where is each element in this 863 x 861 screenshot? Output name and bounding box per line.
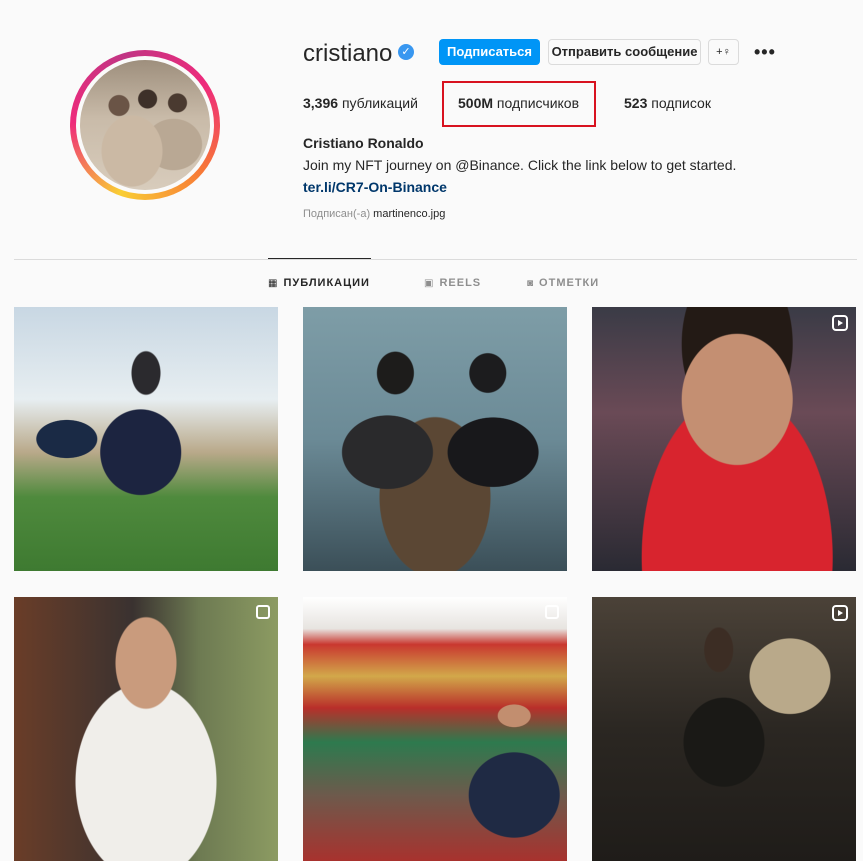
tab-reels-label: REELS bbox=[439, 277, 482, 289]
multi-photo-icon bbox=[256, 605, 270, 619]
send-message-button[interactable]: Отправить сообщение bbox=[548, 39, 701, 65]
profile-link[interactable]: ter.li/CR7-On-Binance bbox=[303, 179, 447, 195]
multi-photo-icon bbox=[545, 605, 559, 619]
profile-avatar-ring[interactable] bbox=[70, 50, 220, 200]
profile-username: cristiano bbox=[303, 40, 393, 67]
posts-count-value: 3,396 bbox=[303, 95, 339, 111]
more-options-icon[interactable]: ••• bbox=[754, 42, 776, 63]
following-count-label: подписок bbox=[651, 95, 711, 111]
verified-badge-icon: ✓ bbox=[398, 44, 414, 60]
tab-posts[interactable]: ▦ ПУБЛИКАЦИИ bbox=[268, 277, 370, 289]
tab-active-indicator bbox=[268, 258, 371, 259]
tab-reels[interactable]: ▣ REELS bbox=[424, 277, 481, 289]
posts-count: 3,396 публикаций bbox=[303, 95, 418, 111]
tabs-divider bbox=[14, 259, 857, 260]
followed-by[interactable]: Подписан(-а) martinenco.jpg bbox=[303, 208, 445, 220]
tab-posts-label: ПУБЛИКАЦИИ bbox=[283, 277, 370, 289]
followed-by-prefix: Подписан(-а) bbox=[303, 208, 371, 220]
tab-tagged-label: ОТМЕТКИ bbox=[539, 277, 600, 289]
follow-button[interactable]: Подписаться bbox=[439, 39, 540, 65]
tag-icon: ◙ bbox=[527, 278, 535, 289]
post-thumbnail[interactable] bbox=[303, 307, 567, 571]
avatar-photo bbox=[80, 60, 210, 190]
avatar[interactable] bbox=[76, 56, 214, 194]
following-count-value: 523 bbox=[624, 95, 648, 111]
profile-bio: Join my NFT journey on @Binance. Click t… bbox=[303, 157, 737, 173]
grid-icon: ▦ bbox=[268, 278, 279, 289]
post-thumbnail[interactable] bbox=[14, 597, 278, 861]
post-thumbnail[interactable] bbox=[14, 307, 278, 571]
profile-full-name: Cristiano Ronaldo bbox=[303, 135, 424, 151]
post-thumbnail[interactable] bbox=[592, 597, 856, 861]
add-user-icon[interactable]: +♀ bbox=[708, 39, 739, 65]
tab-tagged[interactable]: ◙ ОТМЕТКИ bbox=[527, 277, 599, 289]
followers-highlight-box bbox=[442, 81, 596, 127]
reel-icon bbox=[832, 605, 848, 621]
reels-icon: ▣ bbox=[424, 278, 435, 289]
posts-count-label: публикаций bbox=[341, 95, 418, 111]
reel-icon bbox=[832, 315, 848, 331]
post-thumbnail[interactable] bbox=[592, 307, 856, 571]
followed-by-user[interactable]: martinenco.jpg bbox=[373, 208, 445, 220]
following-count[interactable]: 523 подписок bbox=[624, 95, 711, 111]
post-thumbnail[interactable] bbox=[303, 597, 567, 861]
